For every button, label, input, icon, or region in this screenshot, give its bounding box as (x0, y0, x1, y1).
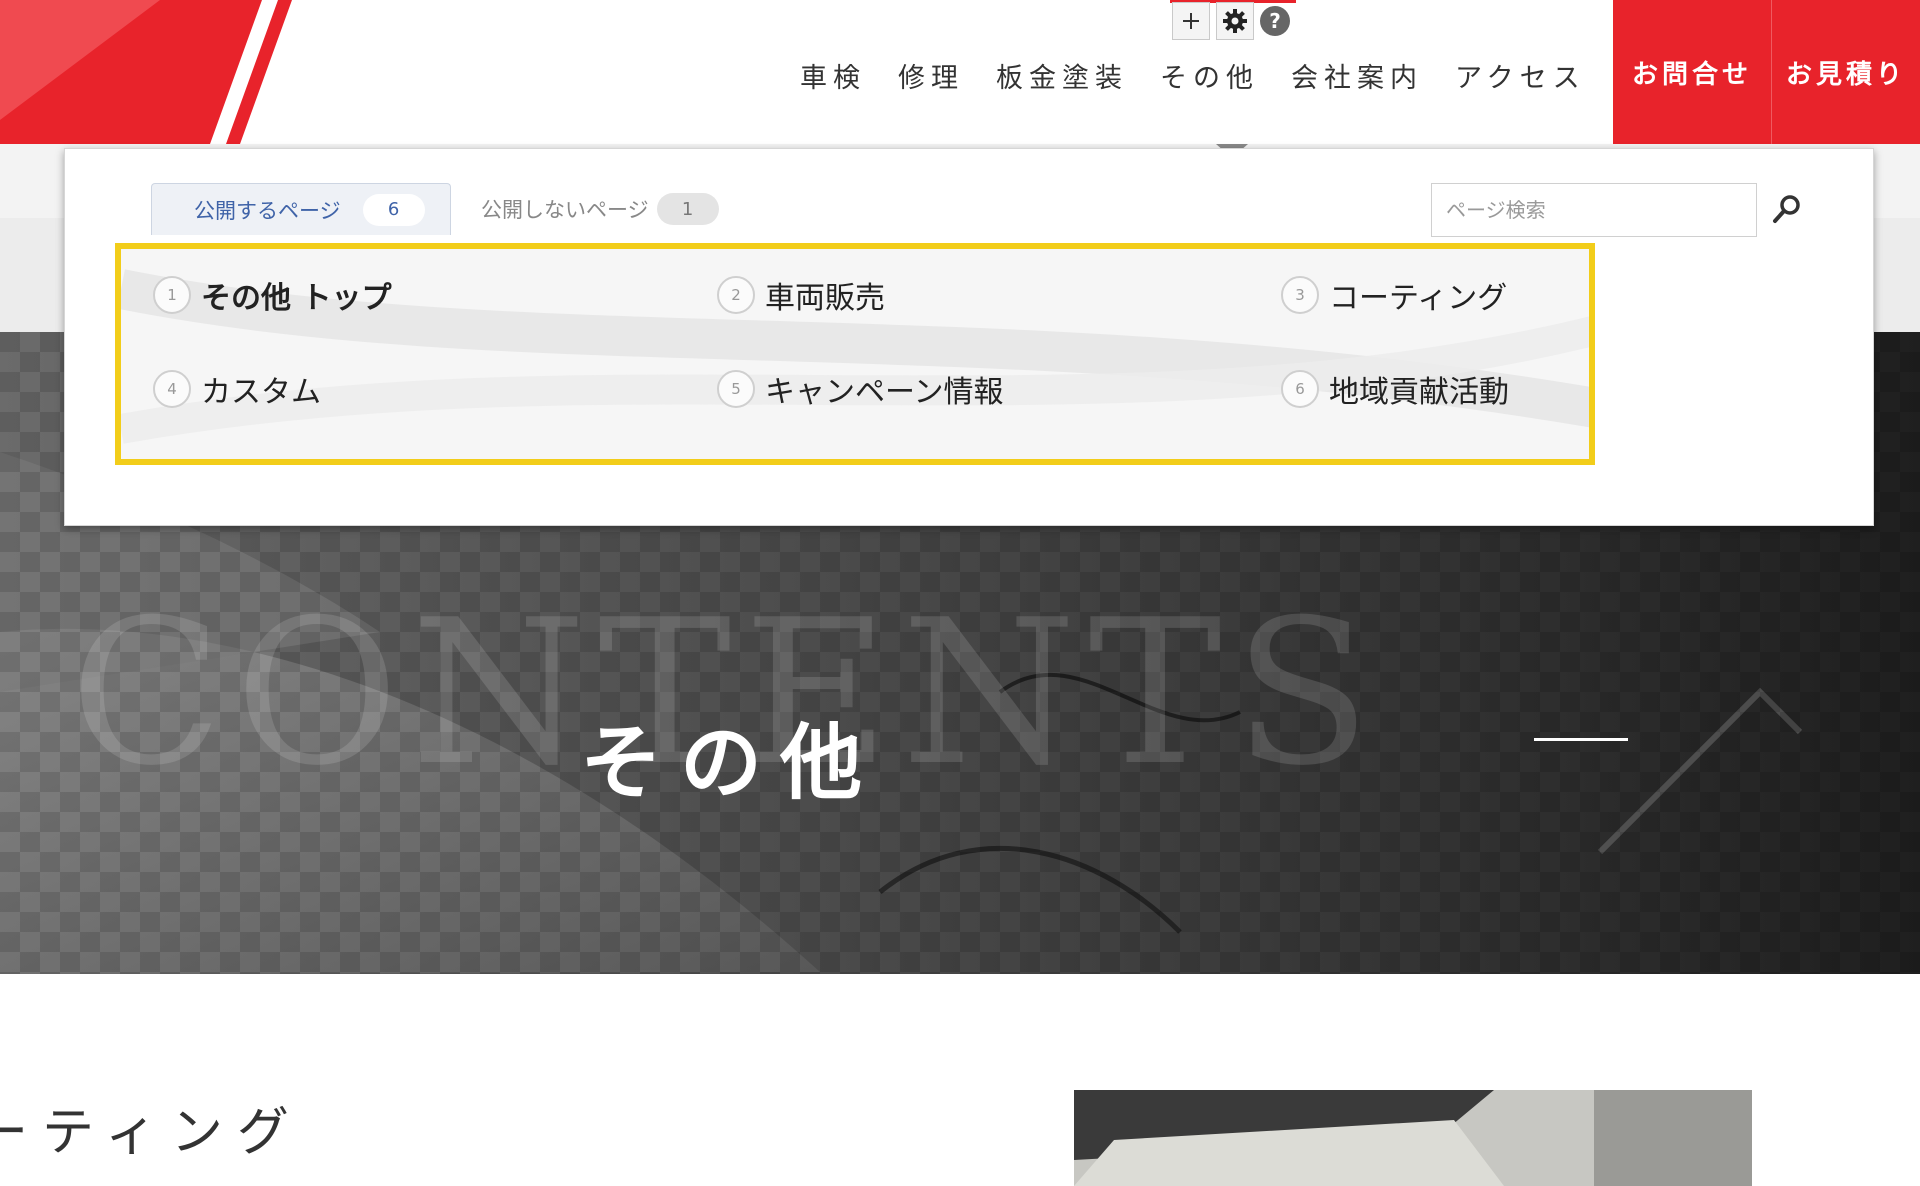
nav-item-bodywork[interactable]: 板金塗装 (996, 56, 1128, 95)
nav-item-repair[interactable]: 修理 (898, 56, 964, 95)
page-number-badge: 1 (153, 276, 191, 314)
page-number-badge: 3 (1281, 276, 1319, 314)
help-icon: ? (1269, 9, 1281, 33)
tab-label: 公開しないページ (481, 198, 649, 222)
page-label: 地域貢献活動 (1329, 375, 1509, 410)
section-heading: ーティング (0, 1103, 303, 1163)
page-item-3[interactable]: 3 コーティング (1281, 273, 1507, 317)
page-grid: 1 その他 トップ 2 車両販売 3 コーティング 4 カスタム 5 キャンペー… (115, 243, 1595, 465)
nav-item-company[interactable]: 会社案内 (1291, 56, 1423, 95)
nav-item-access[interactable]: アクセス (1455, 56, 1586, 95)
page-number-badge: 6 (1281, 370, 1319, 408)
plus-icon (1183, 13, 1199, 29)
brand-stripe (0, 0, 330, 144)
help-button[interactable]: ? (1260, 6, 1290, 36)
tab-private-pages[interactable]: 公開しないページ 1 (481, 189, 719, 229)
page-label: 車両販売 (765, 281, 885, 316)
contact-button[interactable]: お問合せ (1613, 0, 1771, 144)
page-number-badge: 5 (717, 370, 755, 408)
page-number-badge: 4 (153, 370, 191, 408)
page-label: カスタム (201, 375, 321, 410)
page-item-5[interactable]: 5 キャンペーン情報 (717, 367, 1004, 411)
page-number-badge: 2 (717, 276, 755, 314)
page-search-input[interactable] (1431, 183, 1757, 237)
page-label: キャンペーン情報 (765, 375, 1004, 410)
tab-label: 公開するページ (194, 198, 341, 223)
gear-icon (1223, 9, 1247, 33)
hero-title: その他 (580, 715, 881, 811)
add-page-button[interactable] (1172, 2, 1210, 40)
page-item-1[interactable]: 1 その他 トップ (153, 273, 391, 317)
page-item-6[interactable]: 6 地域貢献活動 (1281, 367, 1509, 411)
hero-divider (1534, 738, 1628, 741)
tab-count-badge: 1 (656, 193, 719, 225)
tab-public-pages[interactable]: 公開するページ 6 (151, 183, 451, 235)
site-header: 車検 修理 板金塗装 その他 会社案内 アクセス お問合せ お見積り (0, 0, 1920, 144)
editor-toolbar: ? (1172, 2, 1290, 40)
estimate-button[interactable]: お見積り (1771, 0, 1920, 144)
nav-item-shaken[interactable]: 車検 (800, 56, 866, 95)
page-label: コーティング (1329, 281, 1508, 316)
coating-car-image (1074, 1090, 1752, 1186)
page-list-panel: 公開するページ 6 公開しないページ 1 1 その他 トップ 2 車両販売 3 … (64, 148, 1874, 526)
page-item-2[interactable]: 2 車両販売 (717, 273, 885, 317)
main-nav: 車検 修理 板金塗装 その他 会社案内 アクセス (800, 56, 1618, 95)
page-item-4[interactable]: 4 カスタム (153, 367, 321, 411)
nav-item-other[interactable]: その他 (1160, 56, 1259, 95)
tab-count-badge: 6 (362, 193, 425, 226)
settings-button[interactable] (1216, 2, 1254, 40)
search-button[interactable] (1765, 187, 1809, 231)
page-label: その他 トップ (201, 281, 392, 316)
search-icon (1773, 195, 1800, 223)
